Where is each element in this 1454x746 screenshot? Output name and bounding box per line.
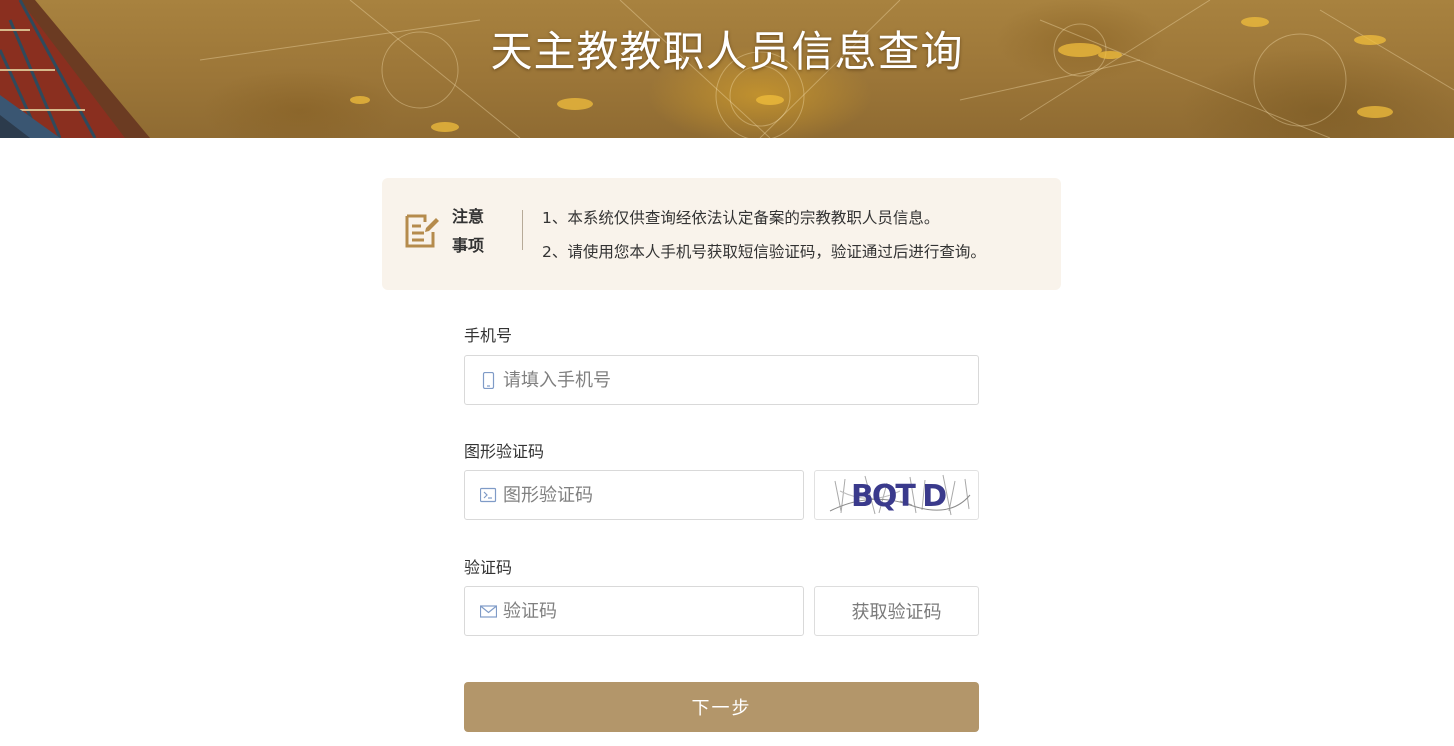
sms-code-label: 验证码	[464, 558, 513, 577]
page-title: 天主教教职人员信息查询	[490, 27, 964, 76]
header-banner: 天主教教职人员信息查询	[0, 0, 1454, 138]
captcha-image[interactable]: BQT D	[814, 470, 979, 520]
edit-document-icon	[402, 210, 442, 250]
sms-code-input[interactable]	[503, 587, 803, 635]
notice-line-1: 1、本系统仅供查询经依法认定备案的宗教教职人员信息。	[542, 209, 940, 227]
captcha-label: 图形验证码	[464, 442, 545, 461]
notice-panel: 注意事项 1、本系统仅供查询经依法认定备案的宗教教职人员信息。 2、请使用您本人…	[382, 178, 1061, 290]
get-sms-code-button[interactable]: 获取验证码	[814, 586, 979, 636]
terminal-icon	[480, 487, 497, 504]
sms-code-field[interactable]	[464, 586, 804, 636]
notice-line-2: 2、请使用您本人手机号获取短信验证码，验证通过后进行查询。	[542, 243, 986, 261]
mobile-phone-icon	[480, 371, 497, 389]
captcha-input[interactable]	[503, 471, 803, 519]
next-step-button[interactable]: 下一步	[464, 682, 979, 732]
mail-icon	[480, 603, 497, 620]
phone-input[interactable]	[503, 356, 978, 404]
notice-divider	[522, 210, 523, 250]
phone-field[interactable]	[464, 355, 979, 405]
captcha-field[interactable]	[464, 470, 804, 520]
phone-label: 手机号	[464, 326, 513, 345]
captcha-text: BQT D	[851, 479, 946, 514]
notice-lines: 1、本系统仅供查询经依法认定备案的宗教教职人员信息。 2、请使用您本人手机号获取…	[542, 201, 986, 269]
notice-title: 注意事项	[452, 207, 485, 255]
